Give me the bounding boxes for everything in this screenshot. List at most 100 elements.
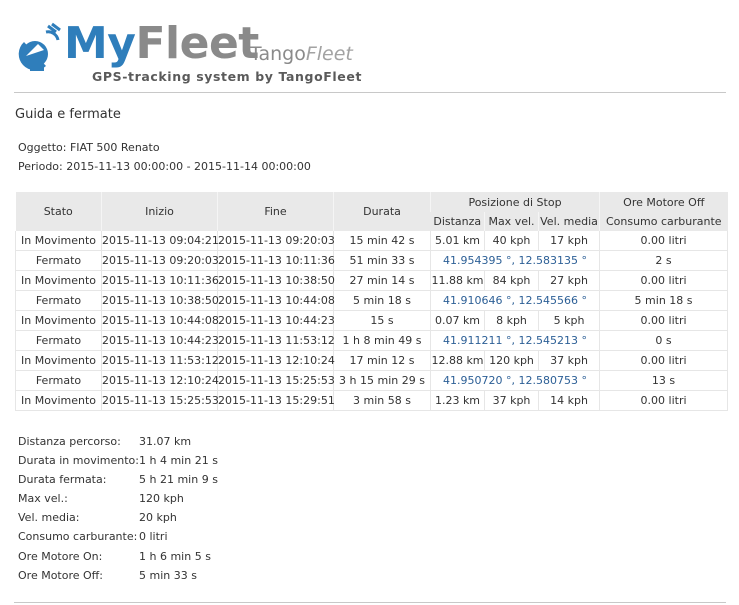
cell-stato: In Movimento <box>15 390 102 411</box>
cell-inizio: 2015-11-13 09:04:21 <box>101 231 219 251</box>
header: MyFleet TangoFleet GPS-tracking system b… <box>14 14 726 92</box>
cell-consumo: 0.00 litri <box>599 350 729 371</box>
table-row: In Movimento 2015-11-13 09:04:21 2015-11… <box>15 231 729 251</box>
table-row: Fermato 2015-11-13 09:20:03 2015-11-13 1… <box>15 250 729 271</box>
cell-durata: 1 h 8 min 49 s <box>333 330 431 351</box>
cell-distanza: 5.01 km <box>430 231 485 251</box>
cell-vel-media: 17 kph <box>537 231 600 251</box>
summary-value: 1 h 6 min 5 s <box>139 549 211 563</box>
cell-durata: 51 min 33 s <box>333 250 431 271</box>
tagline: GPS-tracking system by TangoFleet <box>92 69 363 84</box>
header-ore-motore-off: Ore Motore Off <box>599 192 728 212</box>
summary-value: 0 litri <box>139 530 168 544</box>
object-value: FIAT 500 Renato <box>69 141 160 154</box>
cell-durata: 5 min 18 s <box>333 290 431 311</box>
cell-durata: 27 min 14 s <box>333 270 431 291</box>
header-stato: Stato <box>15 192 102 231</box>
cell-max-vel: 84 kph <box>484 270 539 291</box>
summary-label: Durata in movimento: <box>18 454 139 468</box>
cell-fine: 2015-11-13 11:53:12 <box>217 330 335 351</box>
summary-label: Durata fermata: <box>18 473 107 487</box>
cell-durata: 3 h 15 min 29 s <box>333 370 431 391</box>
brand-fleet: Fleet <box>135 18 259 69</box>
table-row: Fermato 2015-11-13 12:10:24 2015-11-13 1… <box>15 370 729 391</box>
cell-vel-media: 37 kph <box>537 350 600 371</box>
header-vel-media: Vel. media <box>537 212 600 231</box>
cell-stato: In Movimento <box>15 350 102 371</box>
tango-text: Tango <box>250 43 306 65</box>
tango-fleet-text: Fleet <box>305 43 353 65</box>
table-row: Fermato 2015-11-13 10:44:23 2015-11-13 1… <box>15 330 729 351</box>
cell-stato: In Movimento <box>15 270 102 291</box>
cell-inizio: 2015-11-13 10:44:08 <box>101 310 219 331</box>
summary-label: Ore Motore On: <box>18 549 103 563</box>
cell-distanza: 1.23 km <box>430 390 485 411</box>
period-value: 2015-11-13 00:00:00 - 2015-11-14 00:00:0… <box>66 160 311 173</box>
cell-inizio: 2015-11-13 09:20:03 <box>101 250 219 271</box>
cell-fine: 2015-11-13 10:44:23 <box>217 310 335 331</box>
cell-durata: 15 min 42 s <box>333 231 431 251</box>
header-fine: Fine <box>217 192 334 231</box>
cell-inizio: 2015-11-13 15:25:53 <box>101 390 219 411</box>
cell-stato: Fermato <box>15 250 102 271</box>
cell-max-vel: 120 kph <box>484 350 539 371</box>
cell-stato: In Movimento <box>15 310 102 331</box>
cell-stop-coordinates: 41.911211 °, 12.545213 ° <box>429 330 600 351</box>
cell-fine: 2015-11-13 10:44:08 <box>217 290 335 311</box>
cell-stato: In Movimento <box>15 231 102 251</box>
cell-durata: 15 s <box>333 310 431 331</box>
summary-label: Ore Motore Off: <box>18 568 103 582</box>
cell-fine: 2015-11-13 12:10:24 <box>217 350 335 371</box>
cell-max-vel: 40 kph <box>484 231 539 251</box>
header-consumo-carburante: Consumo carburante <box>599 212 728 231</box>
cell-stato: Fermato <box>15 370 102 391</box>
cell-fine: 2015-11-13 09:20:03 <box>217 231 335 251</box>
cell-consumo: 0.00 litri <box>599 310 729 331</box>
summary-value: 1 h 4 min 21 s <box>139 454 218 468</box>
cell-distanza: 11.88 km <box>430 270 485 291</box>
summary-value: 5 h 21 min 9 s <box>139 473 218 487</box>
summary-label: Max vel.: <box>18 492 68 506</box>
cell-fine: 2015-11-13 10:38:50 <box>217 270 335 291</box>
header-distanza: Distanza <box>430 212 485 231</box>
table-row: Fermato 2015-11-13 10:38:50 2015-11-13 1… <box>15 290 729 311</box>
footer-divider <box>14 602 726 603</box>
summary-value: 5 min 33 s <box>139 568 197 582</box>
summary-label: Distanza percorso: <box>18 435 121 448</box>
cell-fine: 2015-11-13 15:29:51 <box>217 390 335 411</box>
cell-vel-media: 5 kph <box>537 310 600 331</box>
summary-value: 120 kph <box>139 492 184 506</box>
cell-inizio: 2015-11-13 11:53:12 <box>101 350 219 371</box>
cell-durata: 3 min 58 s <box>333 390 431 411</box>
cell-ore-motore-off: 13 s <box>599 370 729 391</box>
cell-distanza: 12.88 km <box>430 350 485 371</box>
cell-max-vel: 37 kph <box>484 390 539 411</box>
summary-label: Consumo carburante: <box>18 530 138 544</box>
cell-stop-coordinates: 41.910646 °, 12.545566 ° <box>429 290 600 311</box>
header-durata: Durata <box>333 192 431 231</box>
object-label: Oggetto: <box>18 141 67 154</box>
cell-fine: 2015-11-13 15:25:53 <box>217 370 335 391</box>
cell-inizio: 2015-11-13 10:38:50 <box>101 290 219 311</box>
table-row: In Movimento 2015-11-13 10:44:08 2015-11… <box>15 310 729 331</box>
satellite-dish-icon <box>18 22 61 71</box>
cell-stato: Fermato <box>15 330 102 351</box>
cell-ore-motore-off: 0 s <box>599 330 729 351</box>
table-row: In Movimento 2015-11-13 10:11:36 2015-11… <box>15 270 729 291</box>
object-row: Oggetto: FIAT 500 Renato <box>18 141 160 155</box>
summary-value: 20 kph <box>139 511 177 525</box>
cell-consumo: 0.00 litri <box>599 390 729 411</box>
period-row: Periodo: 2015-11-13 00:00:00 - 2015-11-1… <box>18 160 311 174</box>
summary-value: 31.07 km <box>139 435 192 448</box>
cell-stop-coordinates: 41.950720 °, 12.580753 ° <box>429 370 600 391</box>
cell-stop-coordinates: 41.954395 °, 12.583135 ° <box>429 250 600 271</box>
cell-ore-motore-off: 5 min 18 s <box>599 290 729 311</box>
cell-ore-motore-off: 2 s <box>599 250 729 271</box>
summary-label: Vel. media: <box>18 511 80 525</box>
cell-fine: 2015-11-13 10:11:36 <box>217 250 335 271</box>
cell-distanza: 0.07 km <box>430 310 485 331</box>
period-label: Periodo: <box>18 160 63 173</box>
table-row: In Movimento 2015-11-13 11:53:12 2015-11… <box>15 350 729 371</box>
cell-stato: Fermato <box>15 290 102 311</box>
cell-max-vel: 8 kph <box>484 310 539 331</box>
